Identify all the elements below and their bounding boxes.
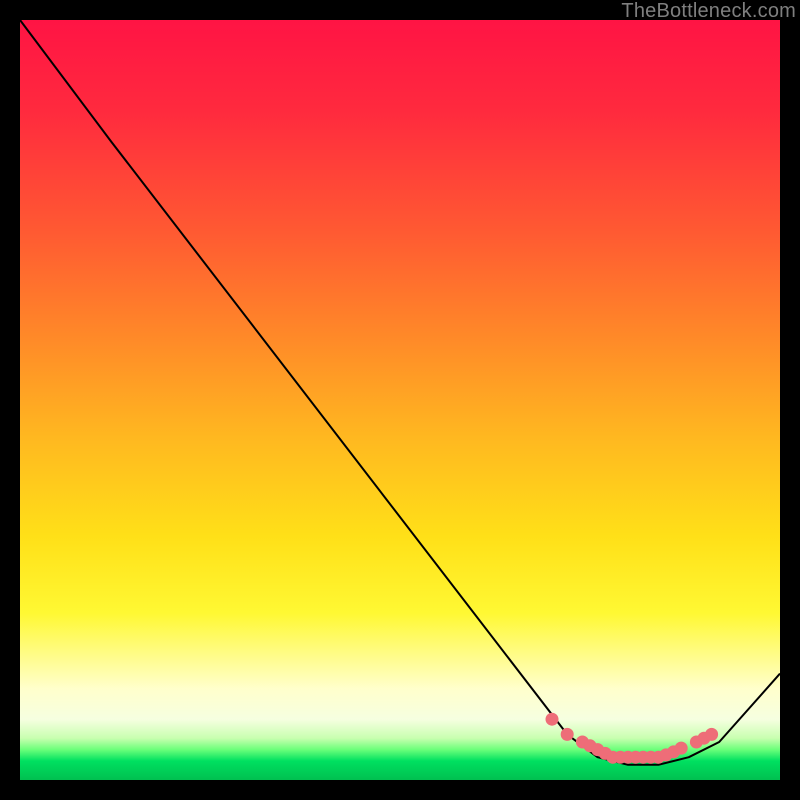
- chart-svg: [20, 20, 780, 780]
- optimal-dot: [675, 742, 687, 754]
- optimal-dot: [546, 713, 558, 725]
- optimal-dot: [561, 728, 573, 740]
- chart-frame: [20, 20, 780, 780]
- optimal-dot: [706, 728, 718, 740]
- bottleneck-curve-line: [20, 20, 780, 765]
- watermark-text: TheBottleneck.com: [621, 0, 796, 23]
- plot-area: [20, 20, 780, 780]
